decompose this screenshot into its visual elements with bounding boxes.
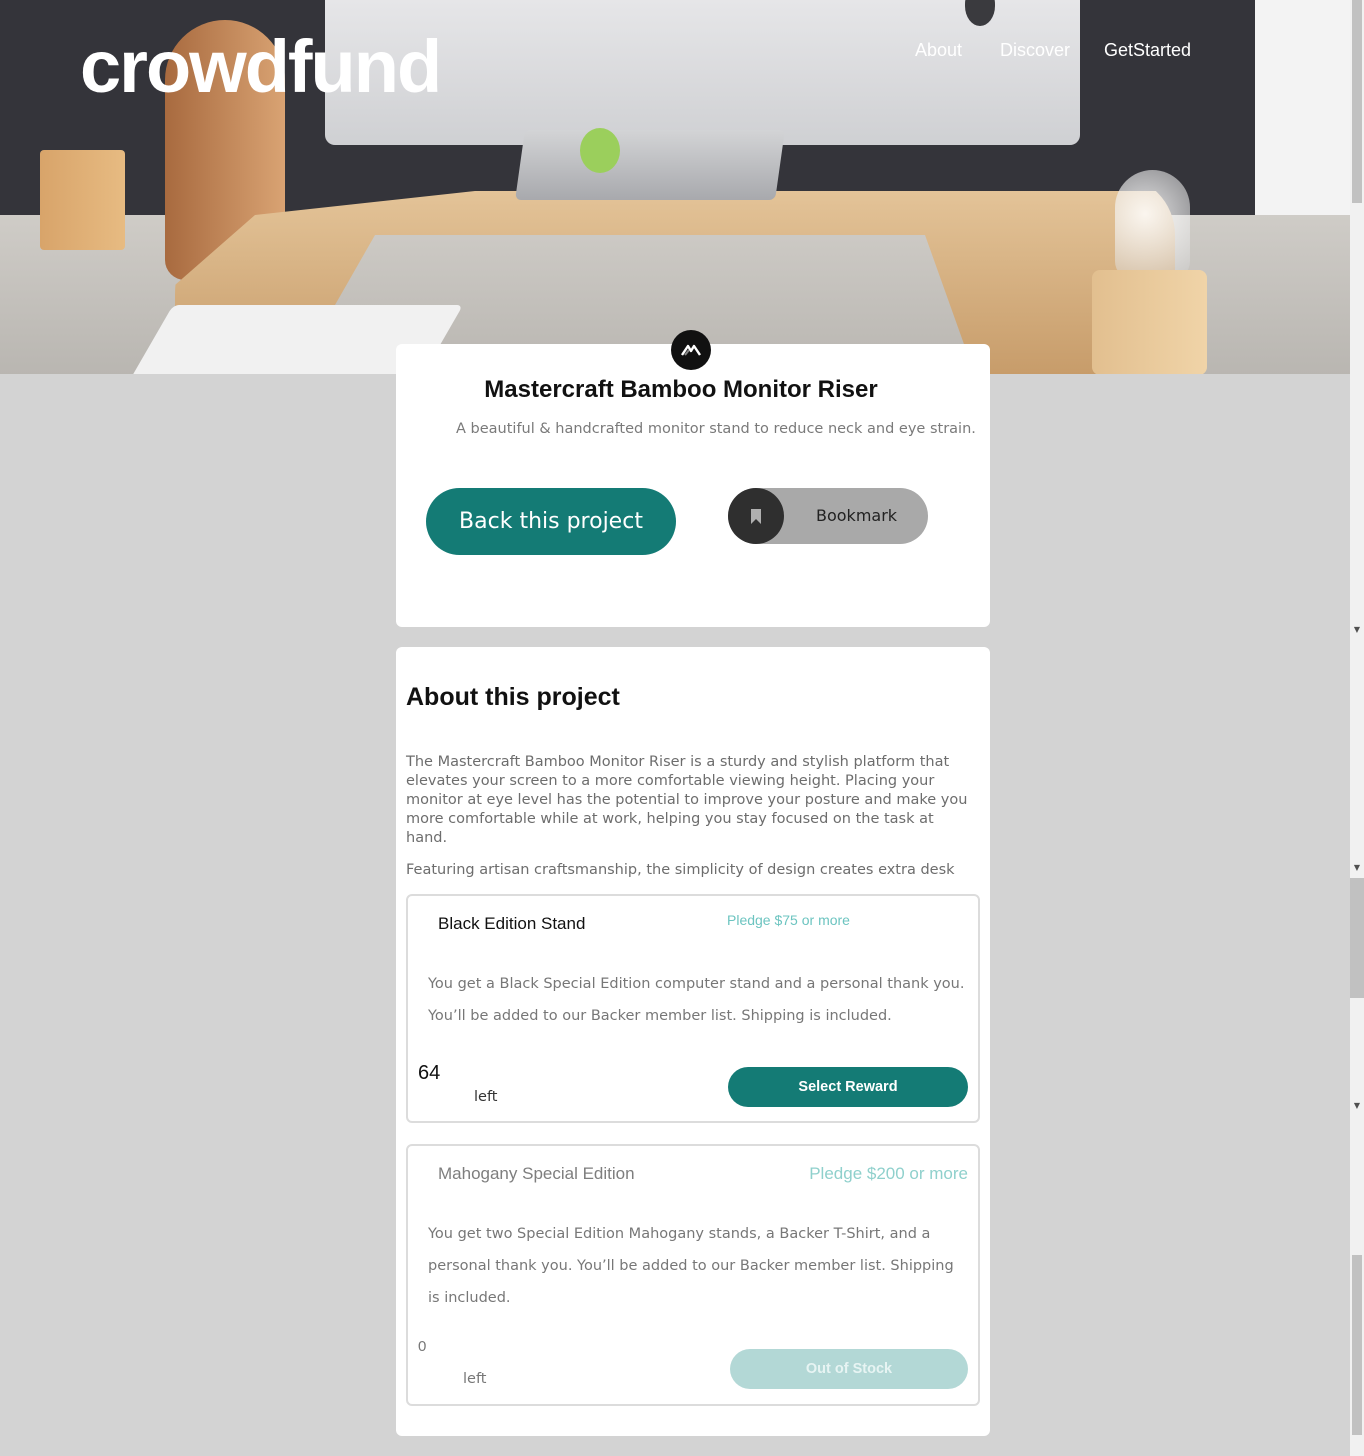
about-card: About this project The Mastercraft Bambo… (396, 647, 990, 1436)
scroll-down-arrow-icon[interactable]: ▼ (1351, 1100, 1363, 1112)
select-reward-button[interactable]: Select Reward (728, 1067, 968, 1107)
about-paragraph-2: Featuring artisan craftsmanship, the sim… (406, 862, 955, 878)
reward-mahogany-edition: Mahogany Special Edition Pledge $200 or … (406, 1144, 980, 1406)
mastercraft-logo-icon (671, 330, 711, 370)
project-title: Mastercraft Bamboo Monitor Riser (484, 376, 878, 403)
page-scrollbar[interactable] (1350, 0, 1364, 1456)
scroll-down-arrow-icon[interactable]: ▼ (1351, 862, 1363, 874)
reward-description: You get a Black Special Edition computer… (428, 976, 965, 1024)
bookmark-button[interactable]: Bookmark (728, 488, 928, 544)
reward-left-label: left (474, 1089, 498, 1105)
back-project-button[interactable]: Back this project (426, 488, 676, 555)
reward-pledge: Pledge $200 or more (809, 1164, 968, 1183)
reward-left-count: 64 (418, 1062, 441, 1084)
inner-scrollbar-thumb[interactable] (1350, 878, 1364, 998)
bookmark-icon (728, 488, 784, 544)
scrollbar-thumb-lower[interactable] (1352, 1255, 1362, 1435)
reward-name: Black Edition Stand (438, 914, 586, 933)
reward-name: Mahogany Special Edition (438, 1164, 635, 1183)
about-heading: About this project (406, 683, 620, 711)
reward-left-count: 0 (418, 1338, 427, 1355)
bookmark-label: Bookmark (816, 506, 898, 525)
reward-pledge: Pledge $75 or more (727, 912, 850, 928)
out-of-stock-button: Out of Stock (730, 1349, 968, 1389)
about-paragraph-1: The Mastercraft Bamboo Monitor Riser is … (406, 754, 968, 846)
nav-get-started[interactable]: GetStarted (1104, 40, 1191, 61)
reward-black-edition: Black Edition Stand Pledge $75 or more Y… (406, 894, 980, 1123)
scrollbar-thumb[interactable] (1352, 0, 1362, 203)
scroll-down-arrow-icon[interactable]: ▼ (1351, 624, 1363, 636)
project-card: Mastercraft Bamboo Monitor Riser A beaut… (396, 344, 990, 627)
reward-description: You get two Special Edition Mahogany sta… (428, 1226, 954, 1306)
apple-logo-icon (965, 0, 995, 26)
main-nav: About Discover GetStarted (0, 40, 1350, 64)
reward-left-label: left (463, 1371, 487, 1387)
nav-discover[interactable]: Discover (1000, 40, 1070, 61)
nav-about[interactable]: About (915, 40, 962, 61)
project-subtitle: A beautiful & handcrafted monitor stand … (456, 421, 976, 437)
